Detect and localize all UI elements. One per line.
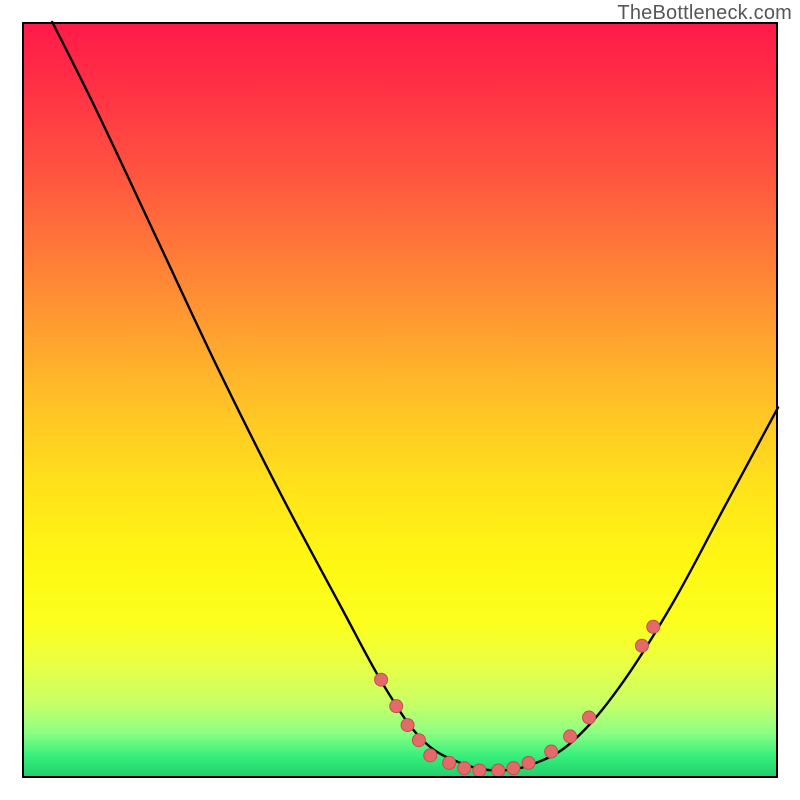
- highlight-point: [458, 762, 471, 775]
- highlight-point: [583, 711, 596, 724]
- highlight-point: [635, 639, 648, 652]
- highlight-point: [473, 764, 486, 777]
- highlight-point: [507, 762, 520, 775]
- chart-container: TheBottleneck.com: [0, 0, 800, 800]
- highlight-point: [412, 734, 425, 747]
- highlight-point: [401, 719, 414, 732]
- highlight-point: [424, 749, 437, 762]
- highlight-point: [390, 700, 403, 713]
- highlight-point: [443, 756, 456, 769]
- highlight-point: [492, 764, 505, 777]
- chart-svg: [22, 22, 778, 778]
- highlight-point: [545, 745, 558, 758]
- highlight-point: [375, 673, 388, 686]
- highlight-points-layer: [375, 620, 660, 777]
- curve-layer: [52, 22, 778, 770]
- highlight-point: [647, 620, 660, 633]
- plot-area: [22, 22, 778, 778]
- highlight-point: [522, 756, 535, 769]
- highlight-point: [564, 730, 577, 743]
- bottleneck-curve: [52, 22, 778, 770]
